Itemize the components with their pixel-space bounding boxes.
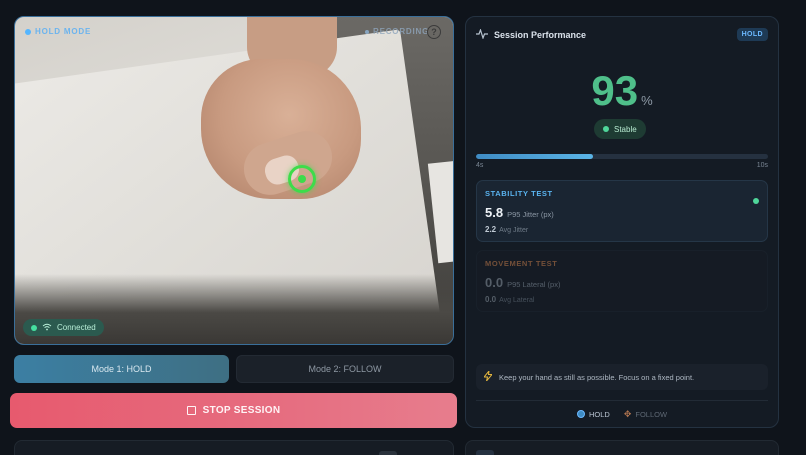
mode-hold-button[interactable]: Mode 1: HOLD [14,355,229,383]
movement-avg-row: 0.0 Avg Lateral [485,295,759,304]
stability-avg-row: 2.2 Avg Jitter [485,225,759,234]
lightning-bolt-icon [482,369,494,383]
help-circle-icon[interactable]: ? [427,25,441,39]
score-unit: % [641,93,653,108]
movement-p95-value: 0.0 [485,275,504,290]
legend-hold-label: HOLD [588,409,610,419]
recording-dot [365,29,369,34]
stability-p95-row: 5.8 P95 Jitter (px) [485,205,759,220]
bottom-panel-left-control [379,451,397,455]
recording-badge: RECORDING [365,27,429,36]
performance-header: Session Performance HOLD [476,27,768,43]
legend-follow: ✥ FOLLOW [624,407,667,421]
connection-status-pill: Connected [23,319,104,336]
wifi-icon [42,323,52,333]
stability-status-label: Stable [614,124,637,134]
session-performance-panel: Session Performance HOLD 93% Stable 4s 1… [465,16,779,428]
mode-legend: HOLD ✥ FOLLOW [466,407,778,421]
hold-target-icon [576,410,585,418]
stable-dot [603,126,609,132]
progress-start-label: 4s [476,162,484,169]
recording-label: RECORDING [373,27,430,36]
movement-test-card: MOVEMENT TEST 0.0 P95 Lateral (px) 0.0 A… [476,250,768,312]
move-arrows-icon: ✥ [623,408,632,419]
activity-pulse-icon [476,27,488,42]
bottom-panel-right-icon [476,450,494,455]
legend-hold: HOLD [576,407,610,421]
instruction-text: Keep your hand as still as possible. Foc… [499,372,695,382]
movement-avg-value: 0.0 [485,295,497,304]
instruction-hint: Keep your hand as still as possible. Foc… [476,364,768,390]
tracking-target-dot [298,175,306,183]
stability-avg-label: Avg Jitter [499,227,529,234]
bottom-panel-right [465,440,779,455]
progress-end-label: 10s [756,162,768,169]
bottom-panel-left [14,440,454,455]
camera-feed: HOLD MODE RECORDING ? Connected [14,16,454,345]
score-value: 93 [591,67,639,114]
mode-follow-button[interactable]: Mode 2: FOLLOW [236,355,454,383]
performance-mode-badge: HOLD [736,28,768,41]
movement-p95-label: P95 Lateral (px) [507,280,561,289]
stability-test-title: STABILITY TEST [485,189,553,198]
score-display: 93% [466,67,778,115]
connection-dot [31,324,37,331]
hold-mode-label: HOLD MODE [35,27,92,36]
connection-status-label: Connected [57,323,96,332]
legend-divider [476,400,768,401]
stop-session-button[interactable]: STOP SESSION [10,393,457,428]
help-glyph: ? [431,27,437,37]
legend-follow-label: FOLLOW [635,409,668,419]
stability-live-indicator [753,191,759,209]
stability-test-card: STABILITY TEST 5.8 P95 Jitter (px) 2.2 A… [476,180,768,242]
stability-avg-value: 2.2 [485,225,497,234]
stability-p95-value: 5.8 [485,205,504,220]
movement-test-title: MOVEMENT TEST [485,259,558,268]
performance-title: Session Performance [494,30,587,40]
mode-hold-label: Mode 1: HOLD [91,364,152,374]
stability-p95-label: P95 Jitter (px) [507,210,554,219]
stop-session-label: STOP SESSION [202,405,281,416]
movement-avg-label: Avg Lateral [499,297,535,304]
session-progress-bar [476,154,768,159]
mode-indicator-dot [25,28,31,35]
mode-follow-label: Mode 2: FOLLOW [308,364,382,374]
stop-square-icon [186,406,196,415]
hold-mode-badge: HOLD MODE [25,27,91,36]
stability-status-pill: Stable [594,119,646,139]
movement-p95-row: 0.0 P95 Lateral (px) [485,275,759,290]
session-progress-fill [476,154,593,159]
